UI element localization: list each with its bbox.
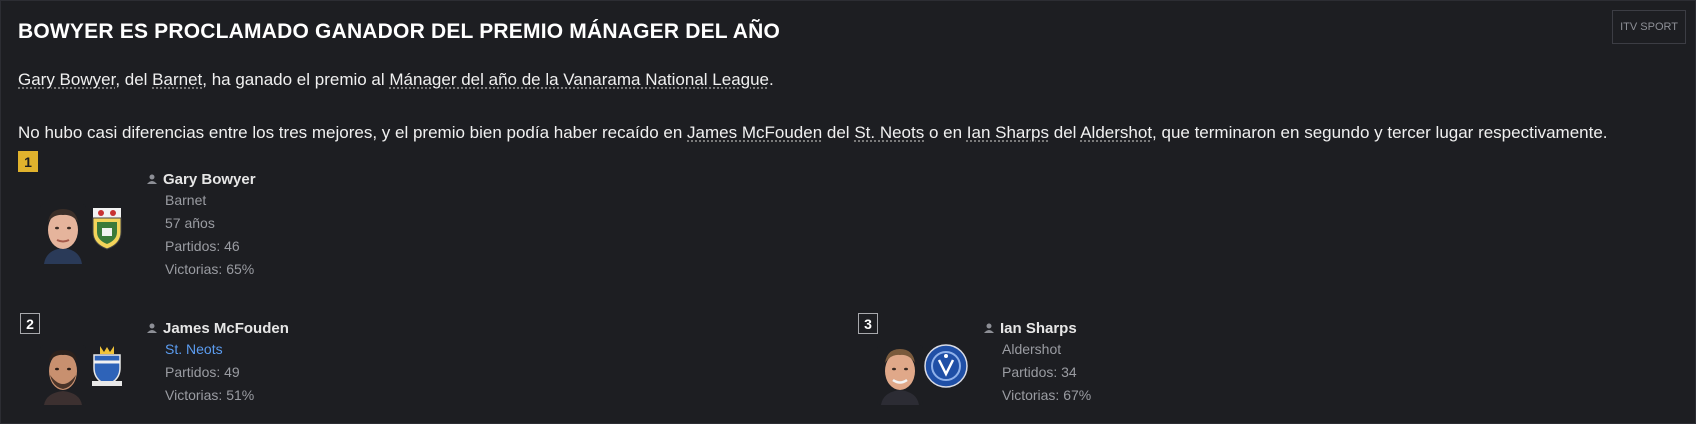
winner-name[interactable]: James McFouden [163, 320, 289, 337]
club-crest-aldershot[interactable] [924, 344, 968, 393]
news-source-badge: ITV SPORT [1612, 10, 1686, 44]
person-icon [147, 174, 157, 184]
rank-badge-3: 3 [858, 313, 878, 334]
news-headline: BOWYER ES PROCLAMADO GANADOR DEL PREMIO … [18, 20, 780, 43]
manager-face-mcfouden[interactable] [40, 345, 86, 405]
award-link[interactable]: Mánager del año de la Vanarama National … [389, 70, 769, 89]
winner-win-percentage: Victorias: 67% [1002, 387, 1092, 403]
winner-club-link[interactable]: St. Neots [165, 338, 289, 361]
winner-name-row: Ian Sharps [984, 318, 1091, 338]
club-crest-barnet[interactable] [90, 206, 124, 255]
paragraph-2: No hubo casi diferencias entre los tres … [18, 123, 1608, 142]
winner-name[interactable]: Gary Bowyer [163, 171, 256, 188]
manager-face-bowyer[interactable] [40, 204, 86, 264]
winner-entry-3: Ian Sharps Aldershot Partidos: 34 Victor… [984, 318, 1091, 407]
winner-matches: Partidos: 34 [1002, 364, 1077, 380]
manager-face-sharps[interactable] [877, 345, 923, 405]
winner-name-row: Gary Bowyer [147, 169, 256, 189]
manager-link-mcfouden[interactable]: James McFouden [687, 123, 822, 142]
club-link-st-neots[interactable]: St. Neots [854, 123, 924, 142]
club-link-aldershot[interactable]: Aldershot [1080, 123, 1152, 142]
winner-win-percentage: Victorias: 65% [165, 261, 255, 277]
winner-entry-1: Gary Bowyer Barnet 57 años Partidos: 46 … [147, 169, 256, 281]
club-link-barnet[interactable]: Barnet [152, 70, 202, 89]
winner-name-row: James McFouden [147, 318, 289, 338]
winner-name[interactable]: Ian Sharps [1000, 320, 1077, 337]
winner-win-percentage: Victorias: 51% [165, 387, 255, 403]
winner-age: 57 años [165, 215, 215, 231]
winner-club: Aldershot [1002, 341, 1062, 357]
person-icon [984, 323, 994, 333]
rank-badge-1: 1 [18, 151, 38, 172]
manager-link-bowyer[interactable]: Gary Bowyer [18, 70, 115, 89]
winner-matches: Partidos: 49 [165, 364, 240, 380]
winner-matches: Partidos: 46 [165, 238, 240, 254]
person-icon [147, 323, 157, 333]
winner-club: Barnet [165, 192, 207, 208]
paragraph-1: Gary Bowyer, del Barnet, ha ganado el pr… [18, 70, 774, 89]
rank-badge-2: 2 [20, 313, 40, 334]
manager-link-sharps[interactable]: Ian Sharps [967, 123, 1049, 142]
club-crest-st-neots[interactable] [90, 344, 124, 393]
winner-entry-2: James McFouden St. Neots Partidos: 49 Vi… [147, 318, 289, 407]
